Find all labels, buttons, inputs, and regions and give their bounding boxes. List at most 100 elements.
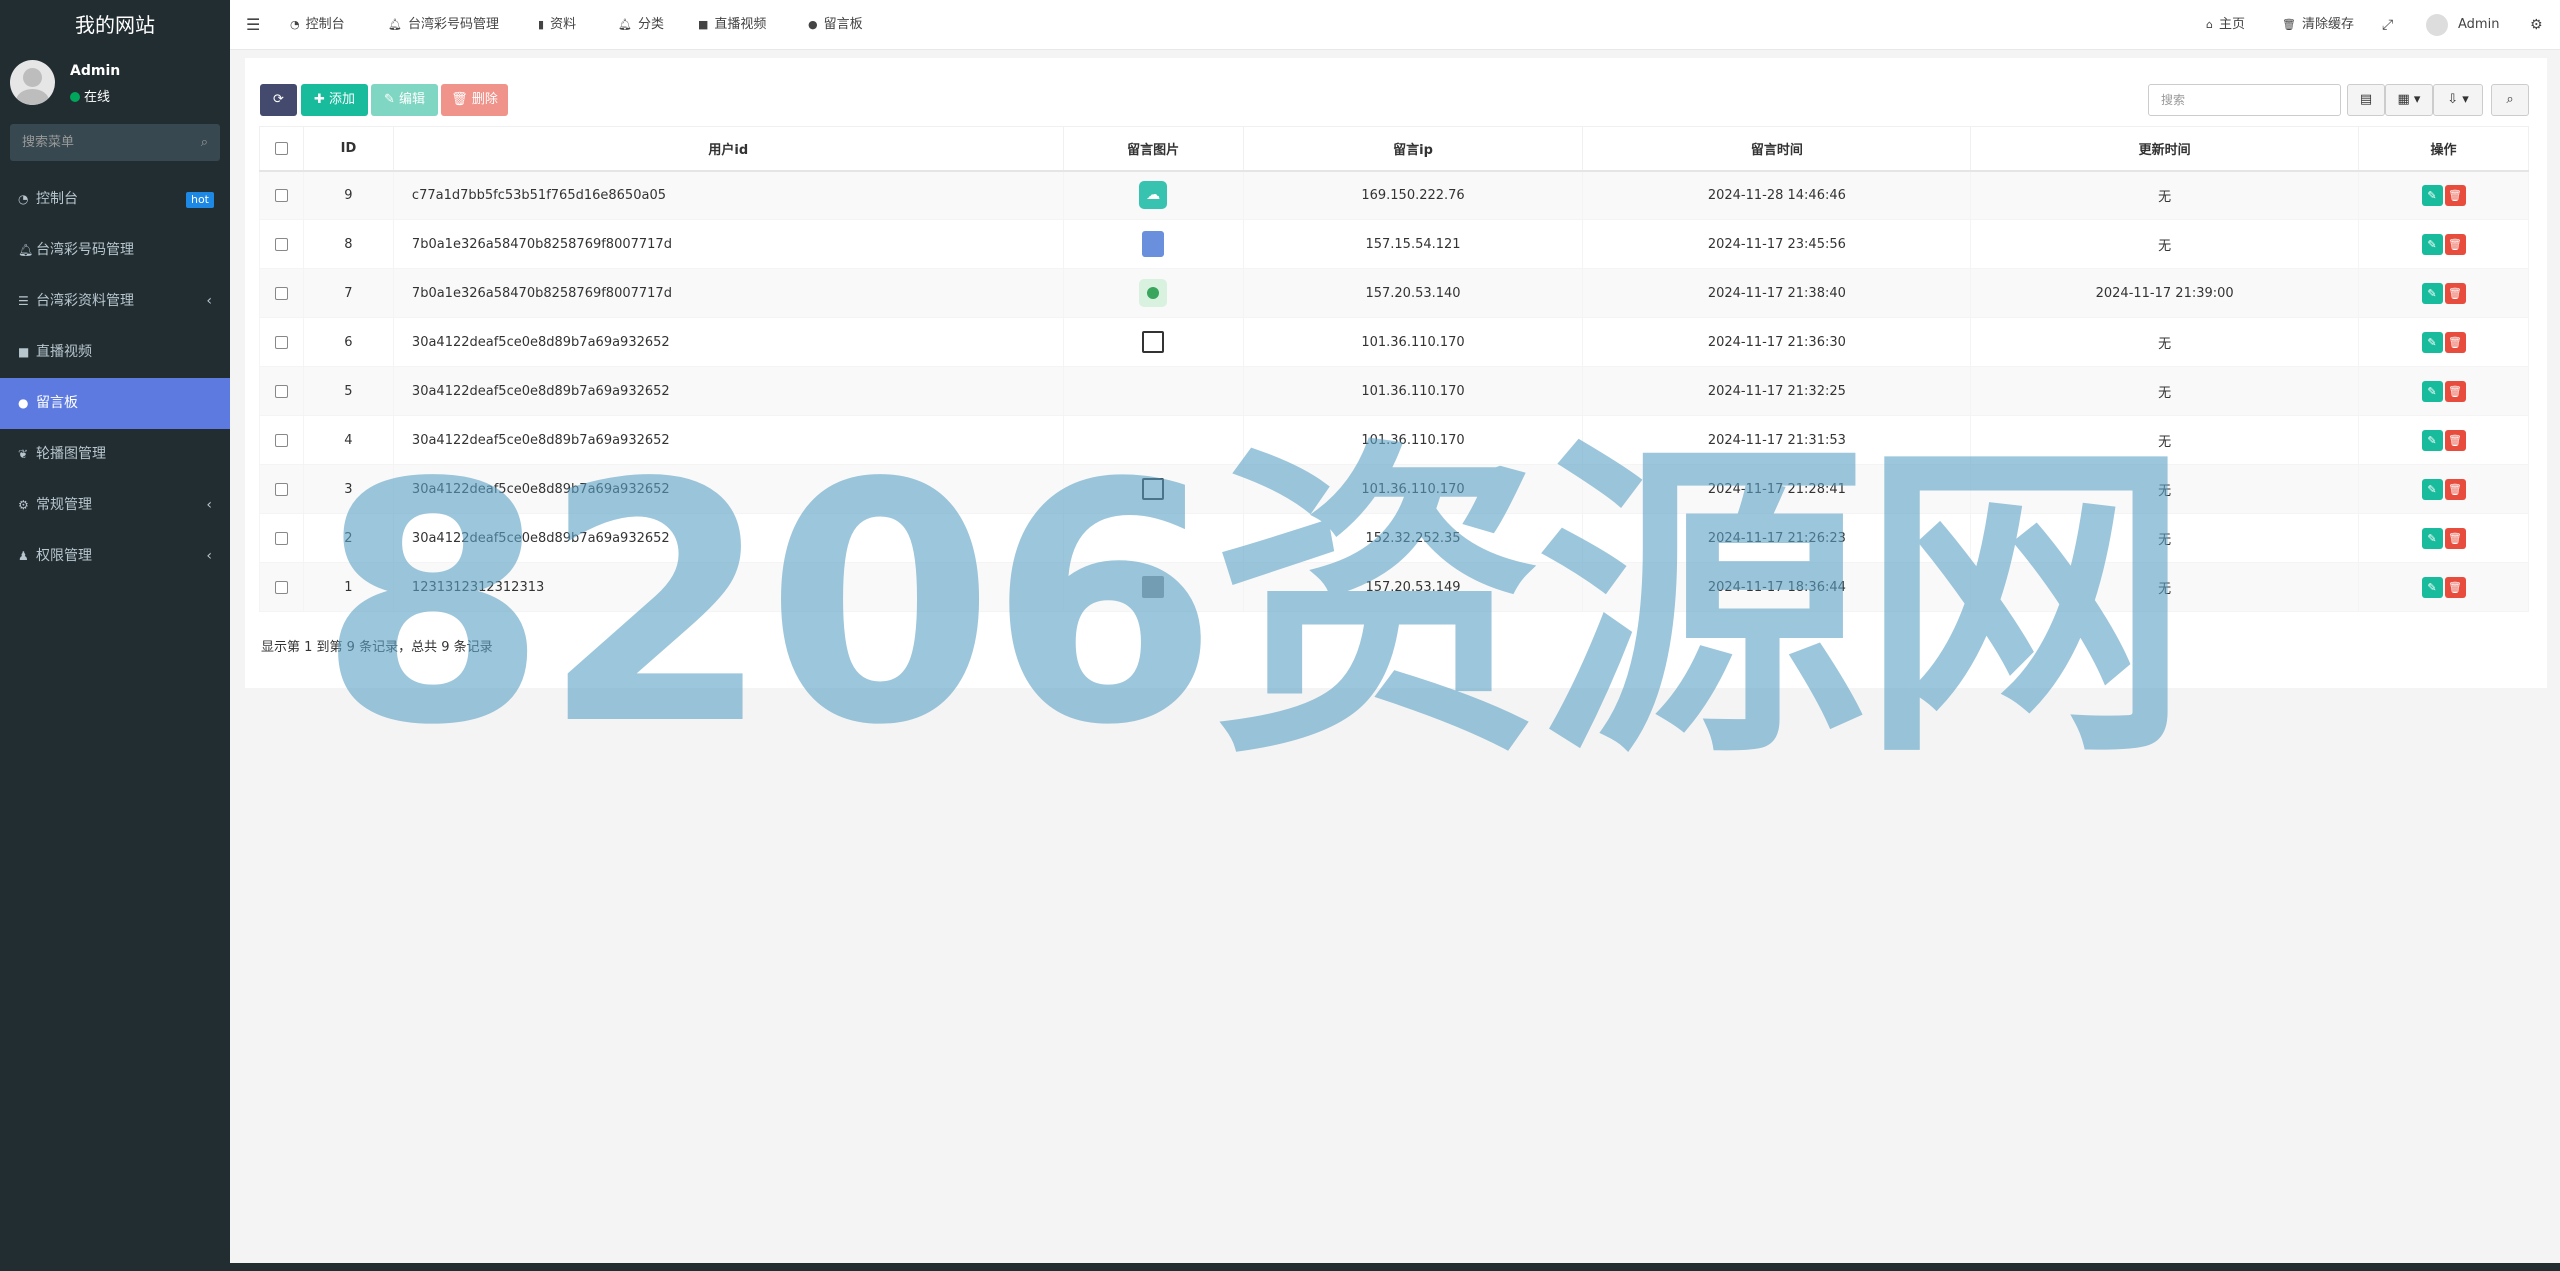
fullscreen-icon[interactable]: ⤢ [2382,0,2393,50]
table-row[interactable]: 6 30a4122deaf5ce0e8d89b7a69a932652 101.36.… [259,317,2529,367]
checkbox[interactable] [274,141,288,155]
row-edit-button[interactable]: ✎ [2421,429,2443,451]
sidebar-item-live-video[interactable]: ■ 直播视频 [0,327,230,378]
row-delete-button[interactable]: 🗑︎ [2444,331,2466,353]
cell-image[interactable] [1062,513,1244,563]
refresh-button[interactable]: ⟳ [260,84,297,116]
delete-button[interactable]: 🗑︎ 删除 [441,84,508,116]
sidebar-item-dashboard[interactable]: ◔ 控制台 hot [0,174,230,225]
tab-number-management[interactable]: 🔔︎ 台湾彩号码管理 [388,0,499,50]
row-delete-button[interactable]: 🗑︎ [2444,429,2466,451]
row-delete-button[interactable]: 🗑︎ [2444,576,2466,598]
row-delete-button[interactable]: 🗑︎ [2444,527,2466,549]
row-delete-button[interactable]: 🗑︎ [2444,380,2466,402]
message-image-thumbnail[interactable] [1142,331,1165,353]
row-checkbox-cell[interactable] [259,562,304,612]
row-checkbox[interactable] [274,188,288,202]
cell-image[interactable] [1062,366,1244,416]
cell-image[interactable]: ☁ [1062,170,1244,220]
add-button[interactable]: ✚ 添加 [301,84,368,116]
row-checkbox-cell[interactable] [259,415,304,465]
sidebar-item-message-board[interactable]: ● 留言板 [0,378,230,429]
row-edit-button[interactable]: ✎ [2421,282,2443,304]
cell-image[interactable] [1062,464,1244,514]
sidebar-item-carousel[interactable]: ❦ 轮播图管理 [0,429,230,480]
tab-live-video[interactable]: ■ 直播视频 [698,0,766,50]
row-checkbox[interactable] [274,482,288,496]
table-row[interactable]: 1 1231312312312313 157.20.53.149 2024-11-17… [259,562,2529,612]
message-image-thumbnail[interactable] [1142,231,1165,257]
row-edit-button[interactable]: ✎ [2421,380,2443,402]
sidebar-item-permissions[interactable]: ♟ 权限管理 ‹ [0,531,230,582]
row-checkbox[interactable] [274,335,288,349]
row-edit-button[interactable]: ✎ [2421,527,2443,549]
row-delete-button[interactable]: 🗑︎ [2444,233,2466,255]
row-checkbox-cell[interactable] [259,513,304,563]
column-header-image[interactable]: 留言图片 [1062,126,1244,172]
column-header-time[interactable]: 留言时间 [1582,126,1972,172]
row-edit-button[interactable]: ✎ [2421,478,2443,500]
home-link[interactable]: ⌂ 主页 [2206,0,2245,50]
site-logo[interactable]: 我的网站 [0,0,230,50]
tab-dashboard[interactable]: ◔ 控制台 [290,0,345,50]
row-checkbox-cell[interactable] [259,268,304,318]
row-checkbox[interactable] [274,531,288,545]
sidebar-item-number-management[interactable]: 🔔︎ 台湾彩号码管理 [0,225,230,276]
cell-image[interactable] [1062,268,1244,318]
table-row[interactable]: 8 7b0a1e326a58470b8258769f8007717d 157.15.… [259,219,2529,269]
message-image-thumbnail[interactable] [1142,478,1165,500]
row-checkbox-cell[interactable] [259,219,304,269]
message-image-thumbnail[interactable] [1139,279,1168,307]
sidebar-toggle-icon[interactable]: ☰ [246,0,260,50]
message-image-thumbnail[interactable] [1142,576,1165,598]
row-checkbox-cell[interactable] [259,317,304,367]
row-checkbox[interactable] [274,286,288,300]
cell-image[interactable] [1062,317,1244,367]
tab-data[interactable]: ▮ 资料 [538,0,576,50]
table-row[interactable]: 4 30a4122deaf5ce0e8d89b7a69a932652 101.36.… [259,415,2529,465]
advanced-search-button[interactable]: ⌕ [2491,84,2529,116]
column-header-updated[interactable]: 更新时间 [1970,126,2360,172]
row-edit-button[interactable]: ✎ [2421,233,2443,255]
select-all-checkbox[interactable] [259,126,304,172]
table-row[interactable]: 5 30a4122deaf5ce0e8d89b7a69a932652 101.36.… [259,366,2529,416]
tab-category[interactable]: 🔔︎ 分类 [618,0,664,50]
cell-image[interactable] [1062,415,1244,465]
row-checkbox[interactable] [274,237,288,251]
row-edit-button[interactable]: ✎ [2421,184,2443,206]
table-row[interactable]: 7 7b0a1e326a58470b8258769f8007717d 157.20.… [259,268,2529,318]
user-menu[interactable]: Admin [2426,0,2499,50]
row-edit-button[interactable]: ✎ [2421,576,2443,598]
row-checkbox[interactable] [274,384,288,398]
settings-cogs-icon[interactable]: ⚙ [2530,0,2543,50]
columns-button[interactable]: ▦ ▾ [2385,84,2433,116]
table-row[interactable]: 2 30a4122deaf5ce0e8d89b7a69a932652 152.32.… [259,513,2529,563]
search-icon[interactable]: ⌕ [201,124,208,161]
tab-message-board[interactable]: ● 留言板 [808,0,863,50]
sidebar-item-general[interactable]: ⚙ 常规管理 ‹ [0,480,230,531]
row-checkbox-cell[interactable] [259,366,304,416]
message-image-thumbnail[interactable]: ☁ [1139,181,1168,210]
row-checkbox-cell[interactable] [259,464,304,514]
row-checkbox-cell[interactable] [259,170,304,220]
edit-button[interactable]: ✎ 编辑 [371,84,438,116]
table-search-input[interactable]: 搜索 [2148,84,2341,116]
column-header-ip[interactable]: 留言ip [1242,126,1584,172]
cell-image[interactable] [1062,562,1244,612]
row-checkbox[interactable] [274,580,288,594]
table-row[interactable]: 9 c77a1d7bb5fc53b51f765d16e8650a05 ☁ 169.15… [259,170,2529,220]
table-row[interactable]: 3 30a4122deaf5ce0e8d89b7a69a932652 101.36.… [259,464,2529,514]
row-delete-button[interactable]: 🗑︎ [2444,282,2466,304]
menu-search-input[interactable]: 搜索菜单 ⌕ [10,124,220,161]
export-button[interactable]: ⇩ ▾ [2433,84,2483,116]
clear-cache-button[interactable]: 🗑︎ 清除缓存 [2282,0,2354,50]
row-edit-button[interactable]: ✎ [2421,331,2443,353]
column-header-user-id[interactable]: 用户id [392,126,1064,172]
column-header-id[interactable]: ID [302,126,394,172]
sidebar-item-data-management[interactable]: ☰ 台湾彩资料管理 ‹ [0,276,230,327]
toggle-view-button[interactable]: ▤ [2347,84,2385,116]
row-delete-button[interactable]: 🗑︎ [2444,478,2466,500]
cell-image[interactable] [1062,219,1244,269]
row-checkbox[interactable] [274,433,288,447]
row-delete-button[interactable]: 🗑︎ [2444,184,2466,206]
